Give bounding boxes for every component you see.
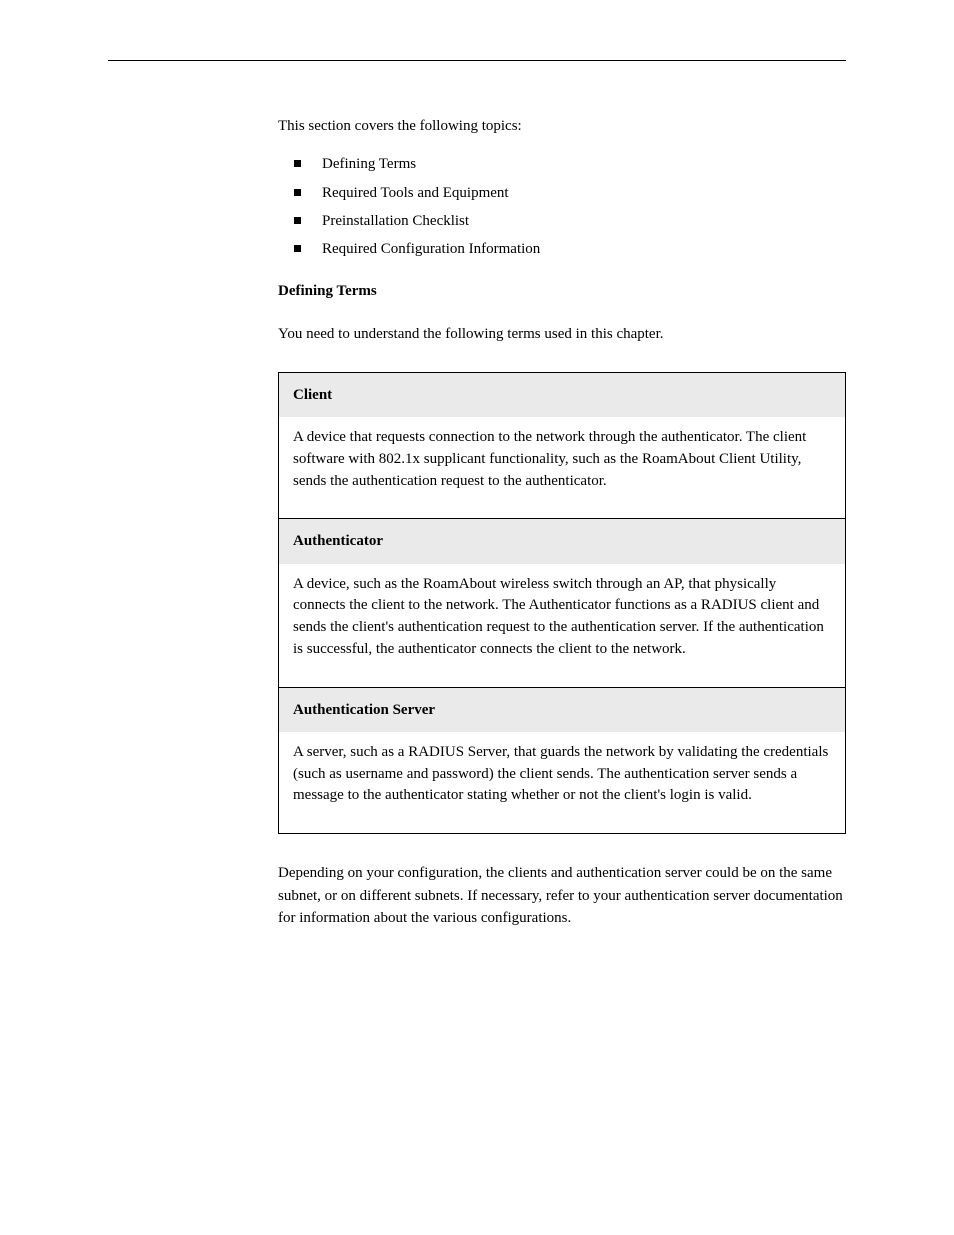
term-definition: A device, such as the RoamAbout wireless… <box>279 564 846 688</box>
list-item-label: Preinstallation Checklist <box>322 213 469 229</box>
term-definition: A device that requests connection to the… <box>279 417 846 519</box>
list-item: Required Tools and Equipment <box>306 183 846 203</box>
term-heading: Authenticator <box>279 519 846 564</box>
term-heading: Client <box>279 372 846 417</box>
after-table-paragraph: Depending on your configuration, the cli… <box>278 862 846 930</box>
term-definition: A server, such as a RADIUS Server, that … <box>279 732 846 834</box>
list-item-label: Required Configuration Information <box>322 241 540 257</box>
term-heading: Authentication Server <box>279 687 846 732</box>
topic-list: Defining Terms Required Tools and Equipm… <box>278 154 846 259</box>
intro-paragraph: This section covers the following topics… <box>278 116 846 136</box>
section-heading: Defining Terms <box>278 281 846 301</box>
list-item: Required Configuration Information <box>306 239 846 259</box>
list-item: Preinstallation Checklist <box>306 211 846 231</box>
list-item-label: Required Tools and Equipment <box>322 185 509 201</box>
list-item: Defining Terms <box>306 154 846 174</box>
definitions-table: Client A device that requests connection… <box>278 372 846 834</box>
transition-paragraph: You need to understand the following ter… <box>278 324 846 344</box>
list-item-label: Defining Terms <box>322 156 416 172</box>
